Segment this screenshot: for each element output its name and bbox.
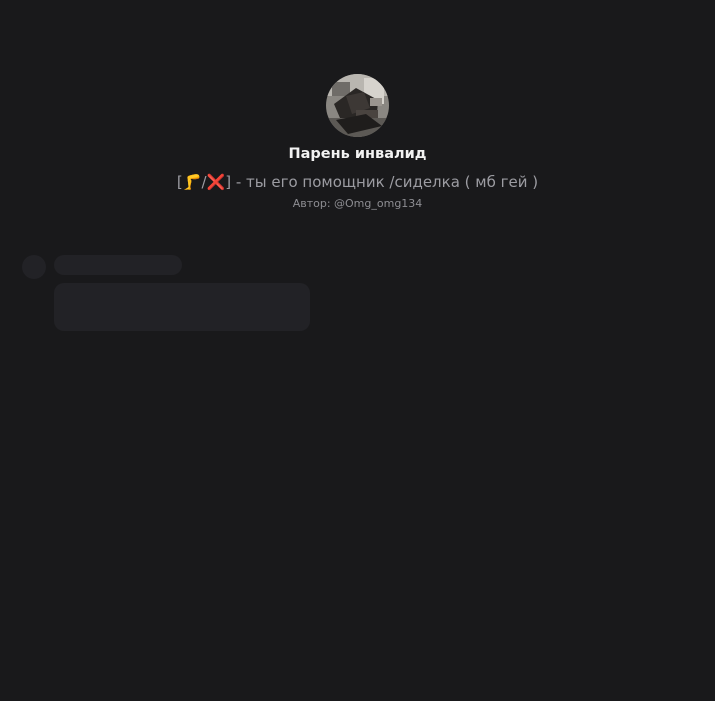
character-description: [🦵/❌] - ты его помощник /сиделка ( мб ге… [177,172,538,192]
avatar-image [326,74,389,137]
description-text: - ты его помощник /сиделка ( мб гей ) [231,173,539,191]
message-name-skeleton [54,255,182,275]
message-avatar-skeleton [22,255,46,279]
message-bubble-skeleton [54,283,310,331]
character-name: Парень инвалид [288,146,427,162]
character-header: Парень инвалид [🦵/❌] - ты его помощник /… [0,74,715,211]
author-link[interactable]: Автор: @Omg_omg134 [293,197,423,211]
chat-page: Парень инвалид [🦵/❌] - ты его помощник /… [0,0,715,701]
character-avatar[interactable] [326,74,389,137]
cross-emoji-icon: ❌ [206,173,226,191]
leg-emoji-icon: 🦵 [182,173,202,191]
